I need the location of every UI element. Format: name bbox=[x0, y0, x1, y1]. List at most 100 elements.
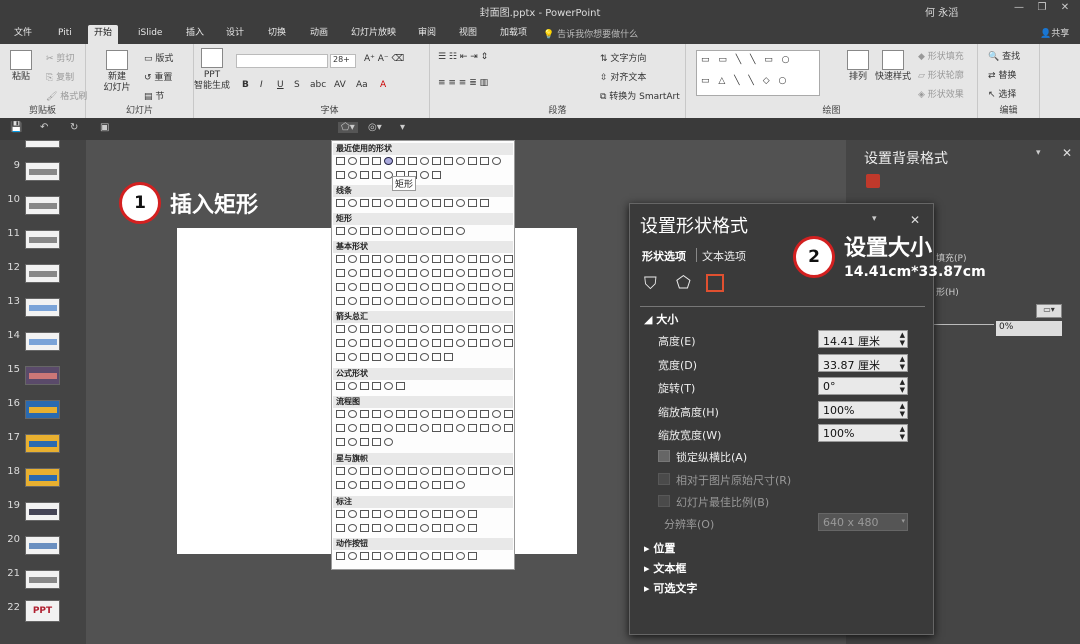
slide-thumbnail[interactable] bbox=[25, 230, 60, 249]
tab-islide[interactable]: iSlide bbox=[132, 25, 168, 44]
position-section-header[interactable]: ▸ 位置 bbox=[644, 540, 675, 556]
shape-icon[interactable] bbox=[396, 524, 405, 532]
shape-icon[interactable] bbox=[504, 339, 513, 347]
spinner-icon[interactable]: ▲ ▼ bbox=[900, 331, 905, 347]
partial-hide-option[interactable]: 形(H) bbox=[936, 285, 959, 298]
shape-icon[interactable] bbox=[348, 269, 357, 277]
shape-icon[interactable] bbox=[456, 552, 465, 560]
format-painter-button[interactable]: 🖌 格式刷 bbox=[46, 89, 87, 102]
shape-icon[interactable] bbox=[468, 325, 477, 333]
shape-icon[interactable] bbox=[372, 325, 381, 333]
shape-icon[interactable] bbox=[504, 325, 513, 333]
shape-icon[interactable] bbox=[456, 524, 465, 532]
share-button[interactable]: 👤共享 bbox=[1040, 26, 1069, 39]
shape-icon[interactable] bbox=[360, 157, 369, 165]
shape-icon[interactable] bbox=[444, 269, 453, 277]
shape-icon[interactable] bbox=[348, 227, 357, 235]
shape-icon[interactable] bbox=[336, 171, 345, 179]
shape-icon[interactable] bbox=[372, 524, 381, 532]
smartart-button[interactable]: ⧉ 转换为 SmartArt bbox=[600, 89, 680, 102]
shape-icon[interactable] bbox=[372, 199, 381, 207]
shape-icon[interactable] bbox=[348, 255, 357, 263]
shape-icon[interactable] bbox=[348, 325, 357, 333]
transparency-input[interactable]: 0% bbox=[996, 321, 1062, 336]
shape-icon[interactable] bbox=[336, 353, 345, 361]
shape-icon[interactable] bbox=[480, 255, 489, 263]
shape-icon[interactable] bbox=[444, 424, 453, 432]
shape-icon[interactable] bbox=[492, 339, 501, 347]
slide-thumbnail[interactable] bbox=[25, 162, 60, 181]
shapes-dropdown-icon[interactable]: ⬠▾ bbox=[338, 122, 358, 133]
shape-icon[interactable] bbox=[468, 424, 477, 432]
shape-icon[interactable] bbox=[360, 510, 369, 518]
paste-button[interactable]: 粘贴 bbox=[8, 50, 34, 83]
shape-icon[interactable] bbox=[420, 157, 429, 165]
minimize-button[interactable]: — bbox=[1010, 2, 1028, 13]
shape-outline-qat-icon[interactable]: ◎▾ bbox=[368, 122, 382, 133]
shape-icon[interactable] bbox=[360, 199, 369, 207]
shape-icon[interactable] bbox=[360, 255, 369, 263]
shape-icon[interactable] bbox=[480, 157, 489, 165]
slide-thumbnail[interactable] bbox=[25, 434, 60, 453]
shape-icon[interactable] bbox=[384, 297, 393, 305]
shape-icon[interactable] bbox=[492, 410, 501, 418]
best-scale-checkbox[interactable] bbox=[658, 495, 670, 507]
width-input[interactable]: 33.87 厘米 ▲ ▼ bbox=[818, 354, 908, 372]
select-button[interactable]: ↖ 选择 bbox=[988, 87, 1016, 100]
shape-icon[interactable] bbox=[360, 269, 369, 277]
shape-icon[interactable] bbox=[336, 157, 345, 165]
shape-icon[interactable] bbox=[420, 227, 429, 235]
shape-icon[interactable] bbox=[420, 524, 429, 532]
shape-icon[interactable] bbox=[408, 524, 417, 532]
shape-icon[interactable] bbox=[432, 424, 441, 432]
shape-icon[interactable] bbox=[372, 269, 381, 277]
slide-thumbnail[interactable] bbox=[25, 298, 60, 317]
shape-icon[interactable] bbox=[444, 524, 453, 532]
pane-options-icon[interactable]: ▾ bbox=[1036, 148, 1041, 158]
shape-icon[interactable] bbox=[456, 467, 465, 475]
shape-icon[interactable] bbox=[408, 227, 417, 235]
lock-ratio-checkbox[interactable] bbox=[658, 450, 670, 462]
shape-icon[interactable] bbox=[372, 171, 381, 179]
tab-view[interactable]: 视图 bbox=[453, 25, 483, 44]
pane-options-icon[interactable]: ▾ bbox=[872, 214, 877, 224]
shape-icon[interactable] bbox=[468, 467, 477, 475]
shape-icon[interactable] bbox=[396, 339, 405, 347]
shape-icon[interactable] bbox=[360, 339, 369, 347]
tab-shape-options[interactable]: 形状选项 bbox=[642, 248, 686, 264]
transparency-slider[interactable] bbox=[934, 324, 994, 325]
shape-icon[interactable] bbox=[360, 353, 369, 361]
shape-icon[interactable] bbox=[348, 481, 357, 489]
tab-piti[interactable]: Piti bbox=[52, 25, 78, 44]
reset-button[interactable]: ↺ 重置 bbox=[144, 70, 172, 83]
undo-icon[interactable]: ↶ bbox=[40, 122, 48, 133]
shape-icon[interactable] bbox=[432, 255, 441, 263]
shape-icon[interactable] bbox=[468, 410, 477, 418]
shape-icon[interactable] bbox=[384, 382, 393, 390]
shape-icon[interactable] bbox=[396, 424, 405, 432]
shape-icon[interactable] bbox=[408, 157, 417, 165]
shape-icon[interactable] bbox=[480, 297, 489, 305]
shape-icon[interactable] bbox=[408, 283, 417, 291]
shape-icon[interactable] bbox=[444, 227, 453, 235]
shape-icon[interactable] bbox=[456, 199, 465, 207]
fill-line-icon[interactable]: ⛉ bbox=[644, 274, 657, 294]
shape-icon[interactable] bbox=[348, 283, 357, 291]
shape-icon[interactable] bbox=[336, 438, 345, 446]
shape-icon[interactable] bbox=[420, 339, 429, 347]
tab-transitions[interactable]: 切换 bbox=[262, 25, 292, 44]
shape-icon[interactable] bbox=[468, 339, 477, 347]
shape-icon[interactable] bbox=[432, 325, 441, 333]
shape-icon[interactable] bbox=[384, 524, 393, 532]
shape-icon[interactable] bbox=[396, 353, 405, 361]
shape-icon[interactable] bbox=[456, 339, 465, 347]
shape-icon[interactable] bbox=[432, 227, 441, 235]
shape-effects-button[interactable]: ◈ 形状效果 bbox=[918, 87, 964, 100]
shape-icon[interactable] bbox=[480, 269, 489, 277]
shape-icon[interactable] bbox=[468, 255, 477, 263]
shape-icon[interactable] bbox=[444, 199, 453, 207]
shape-icon[interactable] bbox=[420, 269, 429, 277]
maximize-button[interactable]: ❐ bbox=[1033, 2, 1051, 13]
shape-icon[interactable] bbox=[396, 382, 405, 390]
shape-icon[interactable] bbox=[492, 157, 501, 165]
